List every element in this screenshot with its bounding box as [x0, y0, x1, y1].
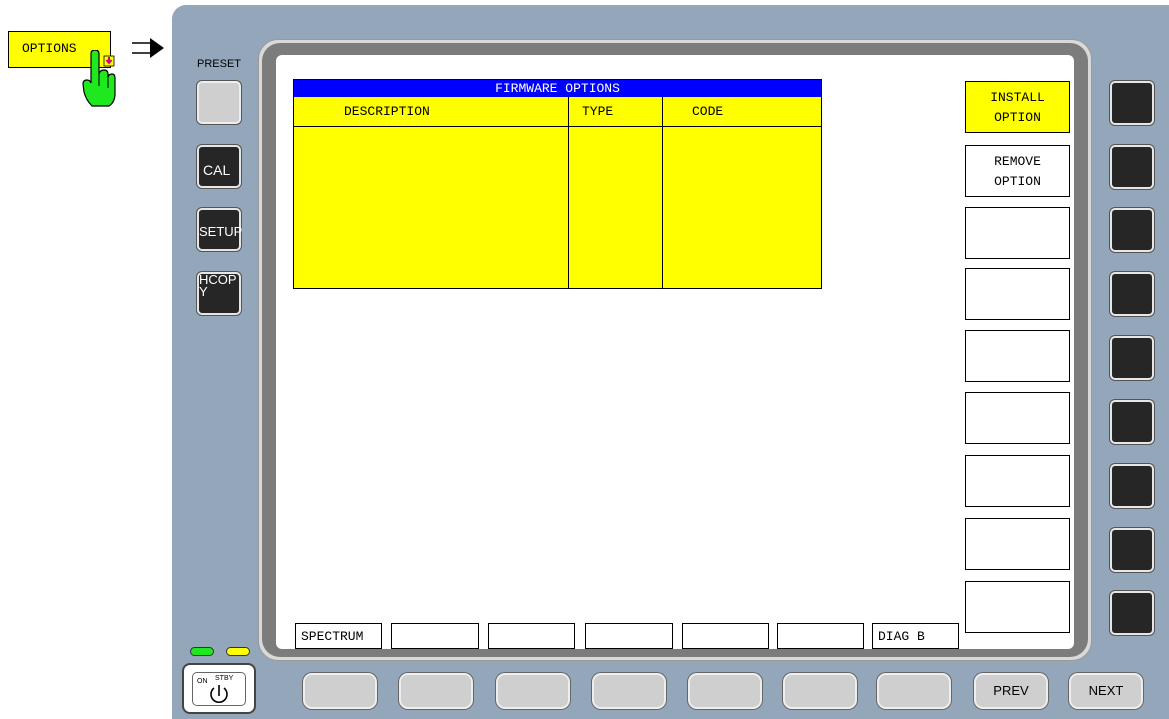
hardkey-right-1[interactable]	[1110, 81, 1154, 125]
setup-label: SETUP	[199, 224, 243, 239]
softkey-5[interactable]	[965, 330, 1070, 382]
tab-spectrum[interactable]: SPECTRUM	[295, 623, 382, 649]
hardkey-bottom-3[interactable]	[496, 673, 570, 709]
install-option-softkey[interactable]: INSTALL OPTION	[965, 81, 1070, 133]
pointing-hand-icon	[82, 50, 116, 107]
on-led	[190, 647, 214, 656]
hardkey-right-4[interactable]	[1110, 272, 1154, 316]
tab-2[interactable]	[391, 623, 479, 649]
softkey-4[interactable]	[965, 268, 1070, 320]
hardkey-bottom-5[interactable]	[688, 673, 762, 709]
tab-5[interactable]	[682, 623, 769, 649]
tab-6[interactable]	[777, 623, 864, 649]
hardkey-right-9[interactable]	[1110, 591, 1154, 635]
tab-diag-b[interactable]: DIAG B	[872, 623, 959, 649]
hardkey-bottom-6[interactable]	[783, 673, 857, 709]
column-divider	[662, 97, 663, 288]
on-label: ON	[197, 678, 208, 685]
hardkey-bottom-2[interactable]	[399, 673, 473, 709]
standby-led	[226, 647, 250, 656]
cal-label: CAL	[203, 162, 231, 178]
tab-3[interactable]	[488, 623, 575, 649]
preset-label: PRESET	[197, 58, 242, 70]
prev-label: PREV	[993, 683, 1029, 698]
power-switch[interactable]: ON STBY	[192, 672, 246, 706]
softkey-9[interactable]	[965, 581, 1070, 633]
table-title: FIRMWARE OPTIONS	[294, 80, 821, 97]
softkey-8[interactable]	[965, 518, 1070, 570]
preset-key[interactable]	[197, 81, 241, 124]
column-header-description: DESCRIPTION	[294, 97, 568, 127]
next-label: NEXT	[1088, 683, 1124, 698]
firmware-options-table: FIRMWARE OPTIONS DESCRIPTION TYPE CODE	[293, 79, 822, 289]
hardkey-right-3[interactable]	[1110, 208, 1154, 252]
column-header-code: CODE	[662, 97, 821, 127]
hardkey-right-7[interactable]	[1110, 464, 1154, 508]
softkey-7[interactable]	[965, 455, 1070, 507]
hardkey-right-2[interactable]	[1110, 145, 1154, 189]
softkey-6[interactable]	[965, 392, 1070, 444]
next-key[interactable]: NEXT	[1069, 673, 1143, 709]
right-arrow-icon	[132, 38, 164, 58]
cal-key[interactable]: CAL	[197, 145, 241, 188]
column-divider	[568, 97, 569, 288]
tab-label: DIAG B	[878, 629, 925, 644]
hardkey-right-8[interactable]	[1110, 528, 1154, 572]
column-header-type: TYPE	[568, 97, 662, 127]
power-symbol-icon	[210, 685, 228, 703]
hcopy-key[interactable]: HCOP Y	[197, 272, 241, 315]
softkey-3[interactable]	[965, 207, 1070, 259]
remove-option-softkey[interactable]: REMOVE OPTION	[965, 145, 1070, 197]
hcopy-label: HCOP Y	[199, 272, 237, 299]
options-label: OPTIONS	[22, 41, 77, 56]
remove-option-label: REMOVE OPTION	[994, 154, 1041, 189]
install-option-label: INSTALL OPTION	[990, 90, 1045, 125]
prev-key[interactable]: PREV	[974, 673, 1048, 709]
tab-4[interactable]	[585, 623, 673, 649]
tab-label: SPECTRUM	[301, 629, 364, 644]
setup-key[interactable]: SETUP	[197, 208, 243, 251]
hardkey-bottom-1[interactable]	[303, 673, 377, 709]
hardkey-right-6[interactable]	[1110, 400, 1154, 444]
hardkey-bottom-4[interactable]	[592, 673, 666, 709]
hardkey-right-5[interactable]	[1110, 336, 1154, 380]
stby-label: STBY	[215, 675, 234, 682]
hardkey-bottom-7[interactable]	[877, 673, 951, 709]
